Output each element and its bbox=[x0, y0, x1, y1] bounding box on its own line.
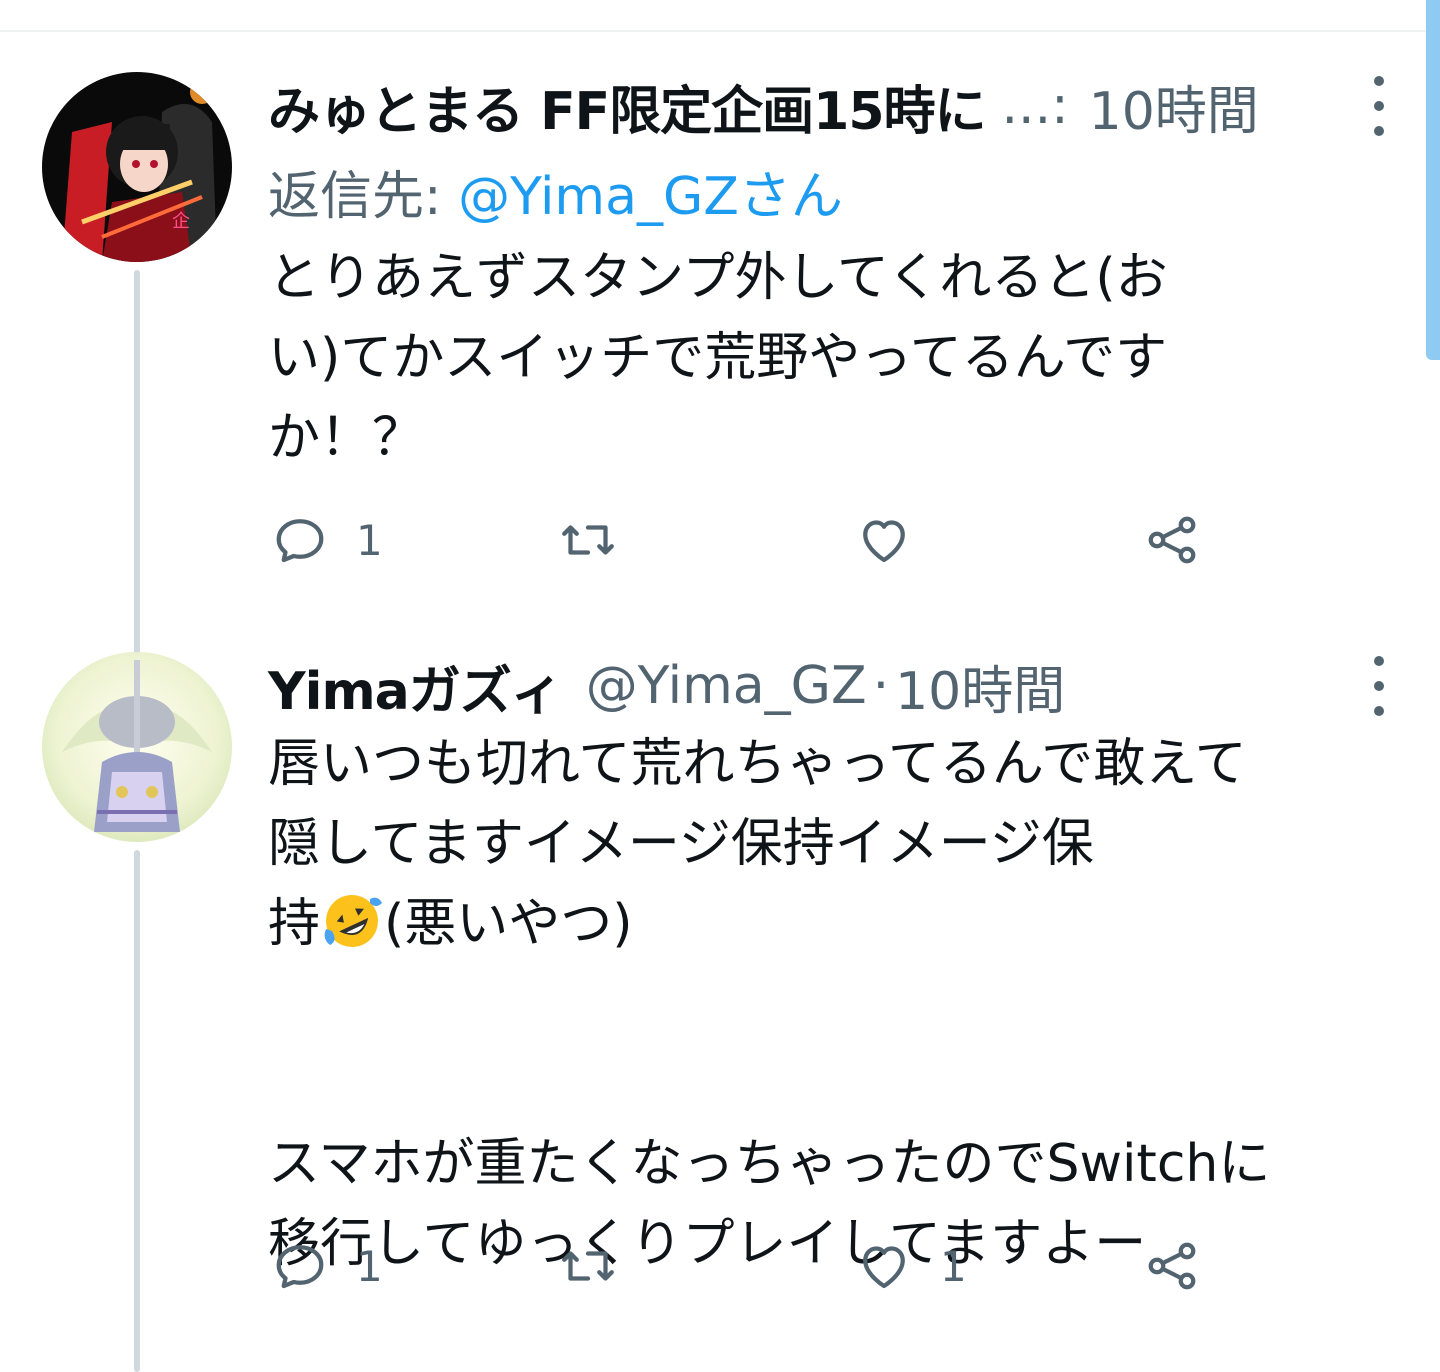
avatar[interactable]: 企 bbox=[42, 72, 232, 262]
tweet-reply-2[interactable]: Yimaガズィ @Yima_GZ · 10時間 唇いつも切れて荒れちゃってるんで… bbox=[0, 628, 1420, 1372]
tweet-text: とりあえずスタンプ外してくれると(お い)てかスイッチで荒野やってるんです か！… bbox=[268, 248, 1168, 468]
reply-count: 1 bbox=[356, 1241, 383, 1291]
more-dot-icon bbox=[1374, 706, 1384, 716]
reply-icon bbox=[276, 519, 324, 563]
rolling-on-floor-laughing-icon bbox=[324, 895, 383, 947]
heart-icon bbox=[863, 1246, 905, 1289]
more-options-button[interactable] bbox=[1364, 76, 1394, 136]
share-icon bbox=[1148, 1242, 1196, 1290]
thread-connector-line bbox=[134, 270, 140, 690]
user-handle[interactable]: @Yima_GZ bbox=[586, 656, 867, 716]
like-count: 1 bbox=[940, 1241, 967, 1291]
knight-avatar-icon bbox=[42, 652, 232, 842]
timestamp[interactable]: 10時間 bbox=[895, 649, 1065, 724]
avatar[interactable] bbox=[42, 652, 232, 842]
like-button[interactable] bbox=[854, 508, 940, 572]
retweet-button[interactable] bbox=[558, 1234, 644, 1298]
retweet-button[interactable] bbox=[558, 508, 644, 572]
tweet-text-part-2: (悪いやつ) スマホが重たくなっちゃったのでSwitchに 移行してゆっくりプレ… bbox=[268, 894, 1271, 1274]
more-dot-icon bbox=[1374, 681, 1384, 691]
more-dot-icon bbox=[1374, 656, 1384, 666]
display-name[interactable]: みゅとまる FF限定企画15時に bbox=[268, 69, 987, 144]
svg-text:企: 企 bbox=[172, 211, 190, 232]
reply-button[interactable]: 1 bbox=[270, 508, 383, 572]
retweet-icon bbox=[562, 1251, 614, 1281]
display-name[interactable]: Yimaガズィ bbox=[268, 649, 563, 724]
reply-to-label: 返信先: bbox=[268, 167, 459, 227]
reply-context: 返信先: @Yima_GZさん bbox=[268, 154, 843, 229]
tweet-actions: 1 bbox=[268, 508, 1268, 572]
timestamp[interactable]: 10時間 bbox=[1089, 69, 1259, 144]
timeline-page: 企 みゅとまる FF限定企画15時に ...: 10時間 返信先: @Yima_… bbox=[0, 0, 1440, 1372]
retweet-icon bbox=[562, 525, 614, 555]
more-options-button[interactable] bbox=[1364, 656, 1394, 716]
tweet-header: Yimaガズィ @Yima_GZ · 10時間 bbox=[268, 650, 1388, 722]
anime-girl-avatar-icon: 企 bbox=[42, 72, 232, 262]
name-ellipsis: ...: bbox=[1001, 76, 1069, 136]
separator-dot: · bbox=[872, 656, 890, 716]
top-divider bbox=[0, 30, 1440, 32]
thread-connector-line bbox=[134, 850, 140, 1372]
tweet-header: みゅとまる FF限定企画15時に ...: 10時間 bbox=[268, 70, 1388, 142]
share-button[interactable] bbox=[1142, 1234, 1202, 1298]
like-button[interactable]: 1 bbox=[854, 1234, 967, 1298]
reply-icon bbox=[276, 1245, 324, 1289]
reply-to-handle-link[interactable]: @Yima_GZさん bbox=[458, 167, 843, 227]
more-dot-icon bbox=[1374, 126, 1384, 136]
tweet-reply-1[interactable]: 企 みゅとまる FF限定企画15時に ...: 10時間 返信先: @Yima_… bbox=[0, 48, 1420, 690]
more-dot-icon bbox=[1374, 101, 1384, 111]
tweet-text: 唇いつも切れて荒れちゃってるんで敢えて 隠してますイメージ保持イメージ保 持 (悪… bbox=[268, 724, 1388, 1284]
reply-count: 1 bbox=[356, 515, 383, 565]
more-dot-icon bbox=[1374, 76, 1384, 86]
tweet-actions: 1 1 bbox=[268, 1234, 1268, 1298]
share-button[interactable] bbox=[1142, 508, 1202, 572]
share-icon bbox=[1148, 516, 1196, 564]
scrollbar-thumb[interactable] bbox=[1426, 0, 1440, 360]
reply-button[interactable]: 1 bbox=[270, 1234, 383, 1298]
heart-icon bbox=[863, 520, 905, 563]
